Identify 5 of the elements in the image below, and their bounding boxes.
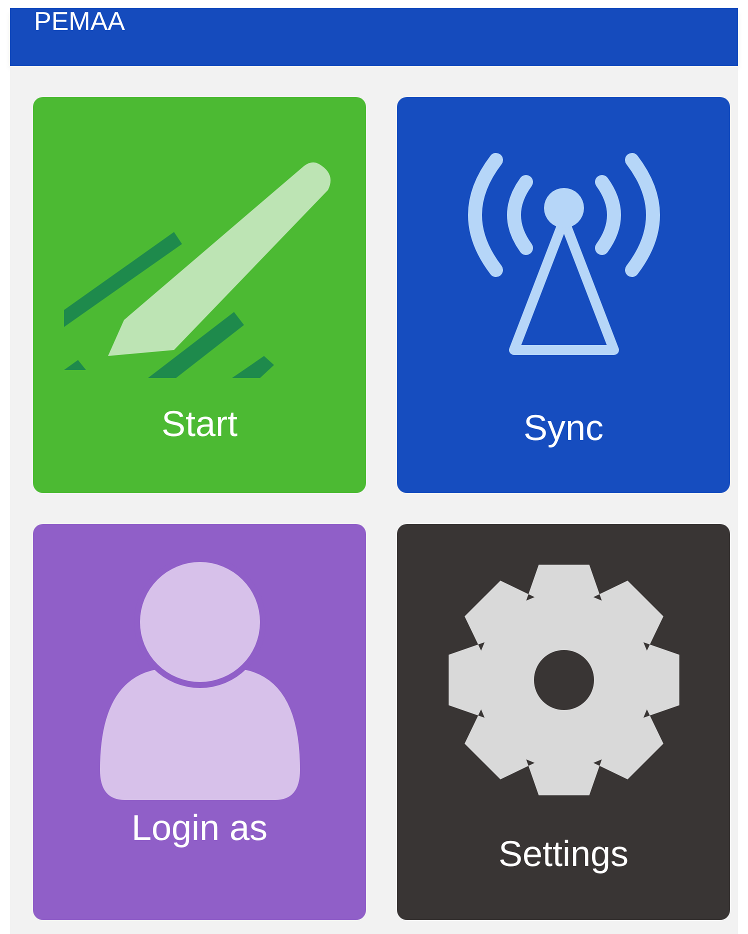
tile-button[interactable]: Settings [397,524,730,920]
app-title: PEMAA [34,8,126,34]
tile-button[interactable]: Login as [33,524,366,920]
person-icon [100,560,300,800]
tile-button[interactable]: Sync [397,97,730,493]
